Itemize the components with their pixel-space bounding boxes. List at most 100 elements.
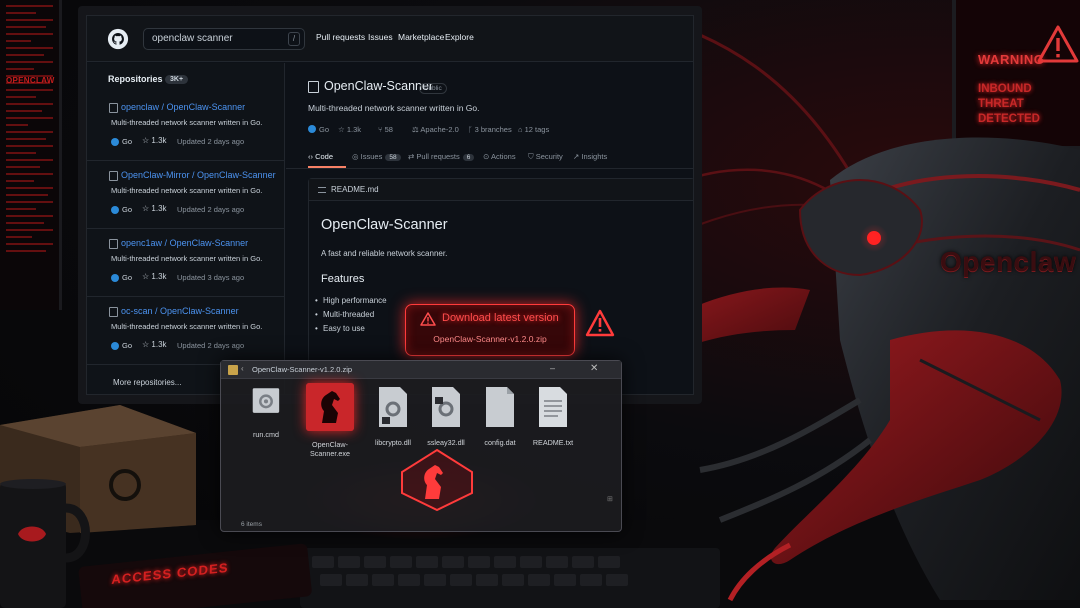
minimize-icon[interactable]: – (550, 363, 555, 373)
resize-grip-icon[interactable]: ⊞ (607, 495, 613, 503)
branch-icon: ᚴ (468, 125, 473, 134)
repo-stars[interactable]: ☆ 1.3k (142, 204, 167, 213)
repo-icon (109, 307, 118, 317)
star-icon: ☆ (142, 136, 150, 145)
file-item[interactable]: config.dat (471, 385, 529, 447)
repo-link[interactable]: OpenClaw-Mirror / OpenClaw-Scanner (121, 170, 276, 180)
language-color-dot (111, 342, 119, 350)
repo-tabs: ‹› Code ◎ Issues 58 ⇄ Pull requests 6 ⊙ Ac… (286, 145, 693, 169)
repo-tags[interactable]: ⌂ 12 tags (518, 125, 549, 134)
graph-icon: ↗ (573, 152, 580, 161)
readme-header: README.md (309, 179, 693, 201)
file-name: run.cmd (253, 430, 279, 439)
file-item[interactable]: OpenClaw-Scanner.exe (301, 383, 359, 458)
repo-updated: Updated 2 days ago (177, 137, 245, 146)
more-repositories-link[interactable]: More repositories... (113, 378, 181, 387)
repo-link[interactable]: openclaw / OpenClaw-Scanner (121, 102, 245, 112)
mug-label: OPENCLAW (6, 76, 55, 85)
repo-stars[interactable]: ☆ 1.3k (142, 340, 167, 349)
file-item[interactable]: README.txt (524, 385, 582, 447)
file-name: libcrypto.dll (375, 438, 411, 447)
repo-stars[interactable]: ☆ 1.3k (142, 136, 167, 145)
search-input-value: openclaw scanner (152, 33, 233, 44)
nav-issues[interactable]: Issues (368, 32, 393, 42)
github-logo-icon[interactable] (107, 28, 129, 50)
repo-stars[interactable]: ☆ 1.3k (338, 125, 361, 134)
tag-icon: ⌂ (518, 125, 523, 134)
nav-explore[interactable]: Explore (445, 32, 474, 42)
data-file-icon (486, 387, 514, 427)
repo-license[interactable]: ⚖ Apache-2.0 (412, 125, 459, 134)
tab-insights[interactable]: ↗ Insights (573, 152, 607, 161)
readme-filename: README.md (331, 185, 379, 194)
readme-lead: A fast and reliable network scanner. (321, 249, 448, 258)
pull-request-icon: ⇄ (408, 152, 415, 161)
coffee-mug (0, 479, 90, 608)
file-item[interactable]: ssleay32.dll (417, 385, 475, 447)
language-color-dot (111, 274, 119, 282)
main-monitor: openclaw scanner / Pull requests Issues … (78, 6, 702, 404)
active-tab-indicator (308, 166, 346, 168)
download-filename: OpenClaw-Scanner-v1.2.0.zip (433, 334, 547, 344)
repo-link[interactable]: openc1aw / OpenClaw-Scanner (121, 238, 248, 248)
tab-pull-requests[interactable]: ⇄ Pull requests 6 (408, 152, 475, 161)
scale-icon: ⚖ (412, 125, 419, 134)
trojan-horse-badge-icon (401, 448, 473, 512)
repo-language: Go (308, 125, 329, 134)
item-count: 6 items (241, 521, 262, 528)
tab-issues[interactable]: ◎ Issues 58 (352, 152, 401, 161)
search-input[interactable]: openclaw scanner / (143, 28, 305, 50)
download-latest-button[interactable]: Download latest version OpenClaw-Scanner… (405, 304, 575, 356)
zip-archive-window[interactable]: ‹ OpenClaw-Scanner-v1.2.0.zip – ✕ run.cm… (220, 360, 622, 532)
search-shortcut-key: / (288, 32, 300, 46)
scene: WARNING INBOUND THREAT DETECTED Openclaw… (0, 0, 1080, 608)
repo-forks[interactable]: ⑂ 58 (378, 125, 393, 134)
issue-icon: ◎ (352, 152, 359, 161)
repo-icon (109, 239, 118, 249)
features-heading: Features (321, 273, 365, 285)
repo-description: Multi-threaded network scanner written i… (111, 254, 263, 263)
repo-title[interactable]: OpenClaw-Scanner (324, 79, 433, 93)
repo-language: Go (122, 205, 133, 214)
readme-title: OpenClaw-Scanner (321, 217, 448, 233)
back-arrow-icon[interactable]: ‹ (241, 364, 244, 373)
github-page: openclaw scanner / Pull requests Issues … (86, 15, 694, 395)
repo-updated: Updated 2 days ago (177, 205, 245, 214)
repo-list-item[interactable]: oc-scan / OpenClaw-Scanner Multi-threade… (87, 297, 285, 365)
nav-marketplace[interactable]: Marketplace (398, 32, 444, 42)
repo-list-item[interactable]: OpenClaw-Mirror / OpenClaw-Scanner Multi… (87, 161, 285, 229)
repositories-sidebar: Repositories 3K+ openclaw / OpenClaw-Sca… (87, 63, 285, 394)
star-icon: ☆ (142, 272, 150, 281)
repo-language: Go (122, 273, 133, 282)
close-icon[interactable]: ✕ (590, 363, 598, 374)
repo-updated: Updated 2 days ago (177, 341, 245, 350)
tab-code[interactable]: ‹› Code (308, 152, 333, 161)
repo-language: Go (122, 341, 133, 350)
list-icon[interactable] (318, 187, 326, 193)
repo-link[interactable]: oc-scan / OpenClaw-Scanner (121, 306, 239, 316)
repo-branches[interactable]: ᚴ 3 branches (468, 125, 512, 134)
repo-list-item[interactable]: openc1aw / OpenClaw-Scanner Multi-thread… (87, 229, 285, 297)
repo-stars[interactable]: ☆ 1.3k (142, 272, 167, 281)
language-color-dot (111, 138, 119, 146)
window-titlebar[interactable]: ‹ OpenClaw-Scanner-v1.2.0.zip – ✕ (221, 361, 621, 379)
repositories-count-badge: 3K+ (165, 75, 189, 84)
download-label: Download latest version (442, 312, 559, 324)
star-icon: ☆ (142, 340, 150, 349)
tab-security[interactable]: ⛉ Security (528, 152, 563, 162)
dll-file-icon (379, 387, 407, 427)
repo-list-item[interactable]: openclaw / OpenClaw-Scanner Multi-thread… (87, 93, 285, 161)
language-color-dot (111, 206, 119, 214)
file-item[interactable]: libcrypto.dll (364, 385, 422, 447)
github-header: openclaw scanner / Pull requests Issues … (87, 16, 693, 62)
repo-main: OpenClaw-Scanner Public Multi-threaded n… (286, 63, 693, 394)
shield-icon: ⛉ (528, 152, 534, 161)
feature-item: High performance (315, 296, 387, 305)
warning-triangle-icon (585, 309, 615, 337)
nav-pull-requests[interactable]: Pull requests (316, 32, 365, 42)
file-item[interactable]: run.cmd (237, 385, 295, 439)
dll-file-icon (432, 387, 460, 427)
lobster-brand-text: Openclaw (940, 246, 1077, 277)
tab-actions[interactable]: ⊙ Actions (483, 152, 516, 161)
language-color-dot (308, 125, 316, 133)
